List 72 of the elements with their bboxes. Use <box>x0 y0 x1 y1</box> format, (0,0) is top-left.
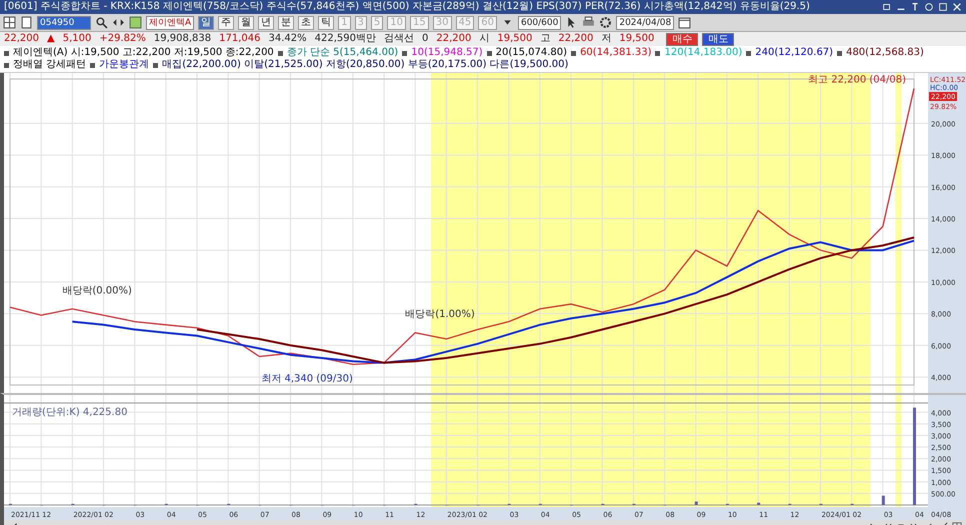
period-tab[interactable]: 틱 <box>318 16 334 30</box>
legend-bullet-icon <box>655 50 660 56</box>
legend-bullet-icon <box>4 62 9 68</box>
legend-bullet-icon <box>4 50 9 56</box>
legend-text: 정배열 강세패턴 <box>13 59 86 71</box>
quote-value: 34.42% <box>268 33 307 45</box>
legend-text: 가운봉관계 <box>99 59 150 71</box>
search-icon[interactable] <box>95 16 108 29</box>
volume-bar <box>882 496 885 505</box>
legend-bullet-icon <box>402 50 408 56</box>
period-tab[interactable]: 초 <box>298 16 314 30</box>
quote-value: 0 <box>422 33 428 45</box>
legend-text: 매집(22,200.00) 이탈(21,525.00) 저항(20,850.00) 부등(20,175.00) 다른(19,500.00) <box>162 59 568 71</box>
quote-value: 22,200 <box>4 33 39 45</box>
period-tab[interactable]: 분 <box>278 16 294 30</box>
legend-text: 480(12,568.83) <box>846 47 924 59</box>
pin-icon[interactable] <box>910 2 920 12</box>
quote-value: 19,500 <box>497 33 532 45</box>
period-tab[interactable]: 주 <box>218 16 234 30</box>
legend-bullet-icon <box>746 50 752 56</box>
legend-text: 240(12,120.67) <box>755 47 834 59</box>
quote-value: +29.82% <box>99 33 146 45</box>
chart-legend: 거래량(단위:K) 4,225.80 <box>12 407 128 418</box>
quote-value: 시 <box>479 33 490 45</box>
window-title: [0601] 주식종합차트 - KRX:K158 제이엔텍(758/코스닥) 주식수(57,846천주) 액면(500) 자본금(289억) 결산(12월) EPS(307) PER(72.36) 시가총액(12,842억) 유동비율(29.5) <box>4 1 810 13</box>
quote-value: 검색선 <box>384 33 414 45</box>
date-field[interactable]: 2024/04/08 <box>616 16 674 30</box>
quote-value: 22,200 <box>436 33 472 45</box>
quote-value: 19,908,838 <box>154 33 212 45</box>
quote-value: 저 <box>601 33 612 45</box>
legend-text: 종가 단순 5(15,464.00) <box>286 47 398 59</box>
quote-value: 422,590백만 <box>314 33 376 45</box>
buy-button[interactable]: 매수 <box>666 32 698 46</box>
legend-text: 10(15,948.57) <box>411 47 483 59</box>
maximize-icon[interactable] <box>938 2 948 12</box>
document-icon[interactable] <box>20 16 33 29</box>
volume-bar <box>694 502 698 505</box>
legend-bullet-icon <box>837 50 842 56</box>
chart-annotation: 배당락(0.00%) <box>62 285 132 296</box>
gear-icon[interactable] <box>599 16 612 29</box>
period-tab[interactable]: 년 <box>258 16 274 30</box>
sell-button[interactable]: 매도 <box>702 32 734 46</box>
code-field[interactable]: 054950 <box>37 16 91 30</box>
chart-annotation: 배당락(1.00%) <box>405 309 475 320</box>
quote-value: ▲ <box>47 33 55 45</box>
close-icon[interactable] <box>952 2 962 12</box>
quote-value: 171,046 <box>219 33 260 45</box>
period-tab[interactable]: 일 <box>198 16 214 30</box>
legend-bullet-icon <box>278 50 283 56</box>
legend-text: 제이엔텍(A) 시:19,500 고:22,200 저:19,500 종:22,200 <box>13 47 274 59</box>
square-icon[interactable] <box>129 16 142 29</box>
legend-text: 20(15,074.80) <box>496 47 568 59</box>
quote-value: 22,200 <box>558 33 594 45</box>
legend-bullet-icon <box>90 62 96 68</box>
calendar-icon[interactable] <box>678 16 692 29</box>
volume-bar <box>757 502 760 505</box>
quote-value: 고 <box>540 33 550 45</box>
legend-text: 120(14,183.00) <box>664 47 742 59</box>
name-field[interactable]: 제이엔텍A <box>146 16 194 30</box>
legend-text: 60(14,381.33) <box>580 47 652 59</box>
chart-annotation: 최저 4,340 (09/30) <box>261 374 353 385</box>
chart-annotation: 최고 22,200 (04/08) <box>808 74 906 86</box>
legend-bullet-icon <box>571 50 576 56</box>
restore-icon[interactable] <box>882 2 892 12</box>
quote-value: 19,500 <box>619 33 654 45</box>
quote-value: 5,100 <box>62 33 92 45</box>
grid-icon[interactable] <box>3 16 16 29</box>
period-tab[interactable]: 월 <box>238 16 254 30</box>
legend-bullet-icon <box>153 62 158 68</box>
legend-bullet-icon <box>486 50 492 56</box>
count-field[interactable]: 600/600 <box>518 16 562 30</box>
printer-icon[interactable] <box>582 16 596 29</box>
